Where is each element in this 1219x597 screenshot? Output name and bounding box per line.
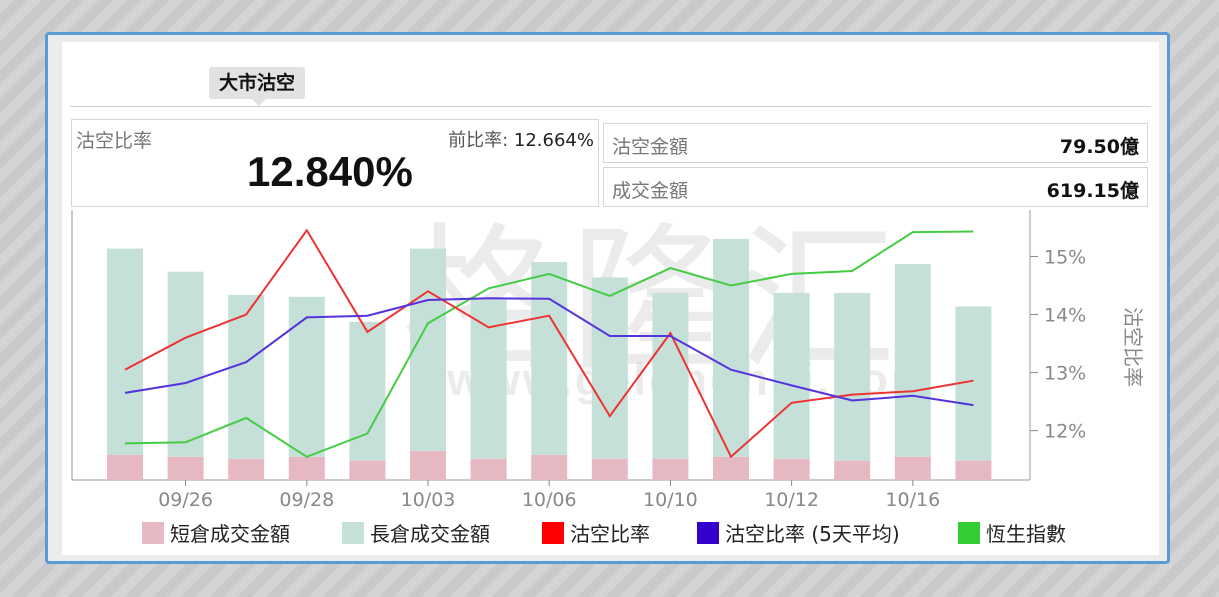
short-bar: [107, 454, 143, 480]
long-bar: [107, 248, 143, 455]
legend-label-short: 短倉成交金額: [170, 522, 290, 546]
short-bar: [955, 460, 992, 480]
y-tick-label: 14%: [1044, 305, 1086, 327]
legend-swatch-hsi: [958, 522, 980, 544]
short-bar: [288, 456, 325, 480]
short-bar: [349, 460, 386, 480]
x-tick-label: 10/03: [401, 489, 456, 511]
legend-item-long[interactable]: 長倉成交金額: [342, 518, 490, 548]
legend-swatch-long: [342, 522, 364, 544]
long-bar: [773, 292, 810, 459]
legend-label-long: 長倉成交金額: [370, 522, 490, 546]
short-bar: [591, 458, 628, 480]
chart: 12% 13% 14% 15% 09/26 09/28 10/03 10/06 10/10 10/…: [71, 210, 1145, 511]
short-bar: [228, 458, 265, 480]
long-bar: [288, 296, 325, 457]
long-bar: [713, 238, 749, 457]
x-tick-label: 10/12: [764, 489, 819, 511]
long-bar: [470, 298, 507, 459]
x-tick-label: 10/10: [643, 489, 698, 511]
legend-item-ratio[interactable]: 沽空比率: [542, 518, 650, 548]
short-bar: [834, 460, 871, 480]
legend-swatch-ratio: [542, 522, 564, 544]
short-bar: [652, 458, 689, 480]
long-bar: [652, 292, 689, 459]
x-tick-label: 09/26: [158, 489, 213, 511]
long-bar: [349, 321, 386, 461]
short-bar: [713, 456, 749, 480]
panel: 大市沽空 格隆汇 www.gelonghui.com 沽空比率 前比率: 12.…: [62, 42, 1159, 555]
x-tick-label: 09/28: [279, 489, 334, 511]
legend-label-hsi: 恆生指數: [986, 522, 1066, 546]
long-bar: [167, 271, 204, 457]
legend-swatch-ratio-avg: [697, 522, 719, 544]
y-tick-label: 15%: [1044, 246, 1086, 268]
legend-label-ratio-avg: 沽空比率 (5天平均): [725, 522, 900, 546]
long-bar: [834, 292, 871, 461]
short-bar: [773, 458, 810, 480]
short-bar: [894, 456, 931, 480]
x-tick-label: 10/16: [885, 489, 940, 511]
long-bar: [591, 277, 628, 459]
y-tick-label: 13%: [1044, 363, 1086, 385]
x-tick-label: 10/06: [522, 489, 577, 511]
legend-label-ratio: 沽空比率: [570, 522, 650, 546]
short-bar: [167, 456, 204, 480]
legend-item-ratio-avg[interactable]: 沽空比率 (5天平均): [697, 518, 900, 548]
short-bar: [470, 458, 507, 480]
frame: 大市沽空 格隆汇 www.gelonghui.com 沽空比率 前比率: 12.…: [45, 32, 1170, 564]
long-bar: [894, 264, 931, 457]
y-axis-label: 沽空比率: [1121, 307, 1145, 387]
legend: 短倉成交金額 長倉成交金額 沽空比率 沽空比率 (5天平均) 恆生指數: [62, 518, 1159, 548]
legend-item-short[interactable]: 短倉成交金額: [142, 518, 290, 548]
y-tick-label: 12%: [1044, 421, 1086, 443]
short-bar: [531, 454, 568, 480]
short-bar: [410, 451, 446, 480]
legend-swatch-short: [142, 522, 164, 544]
long-bar: [531, 262, 568, 455]
long-bar: [410, 248, 446, 452]
legend-item-hsi[interactable]: 恆生指數: [958, 518, 1066, 548]
